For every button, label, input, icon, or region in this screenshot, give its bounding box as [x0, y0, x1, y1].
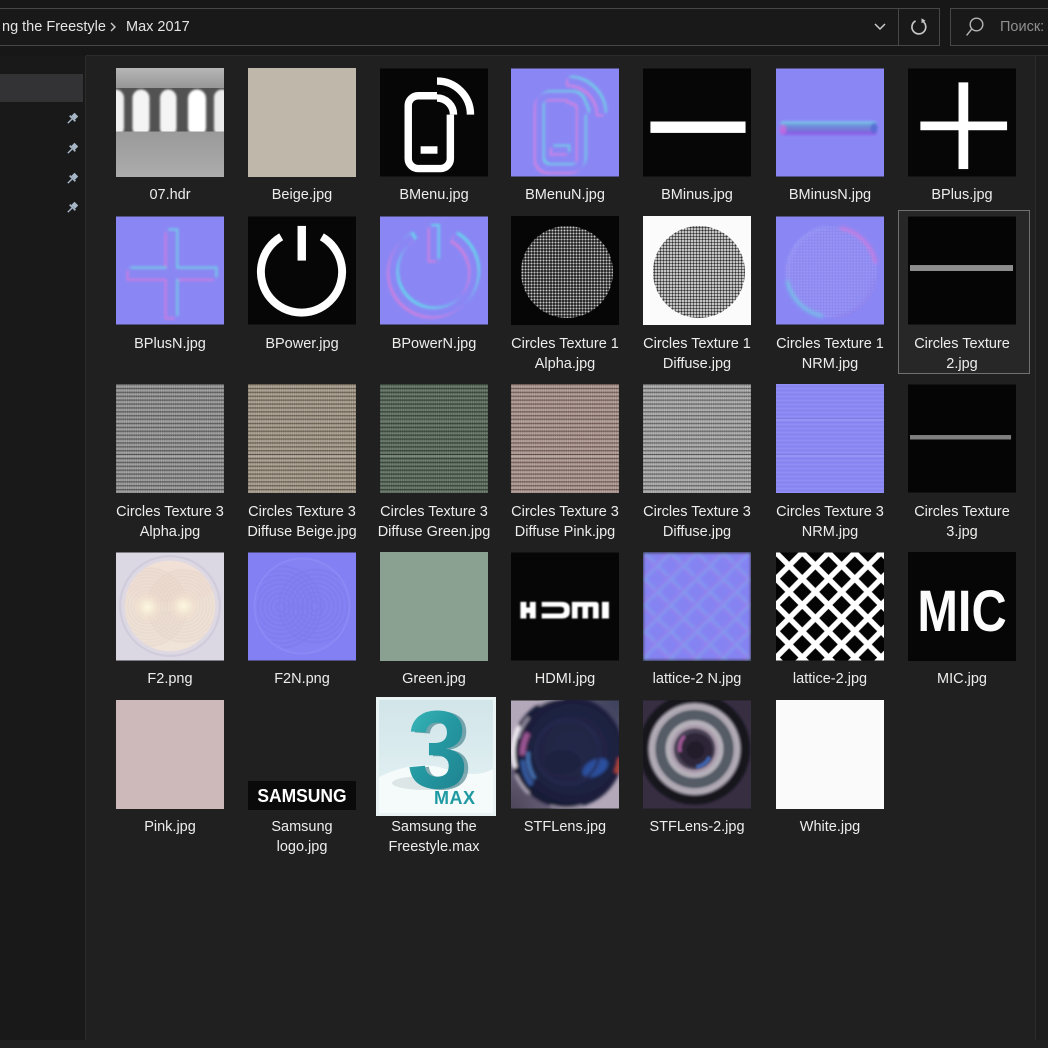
svg-text:MAX: MAX [434, 788, 476, 808]
